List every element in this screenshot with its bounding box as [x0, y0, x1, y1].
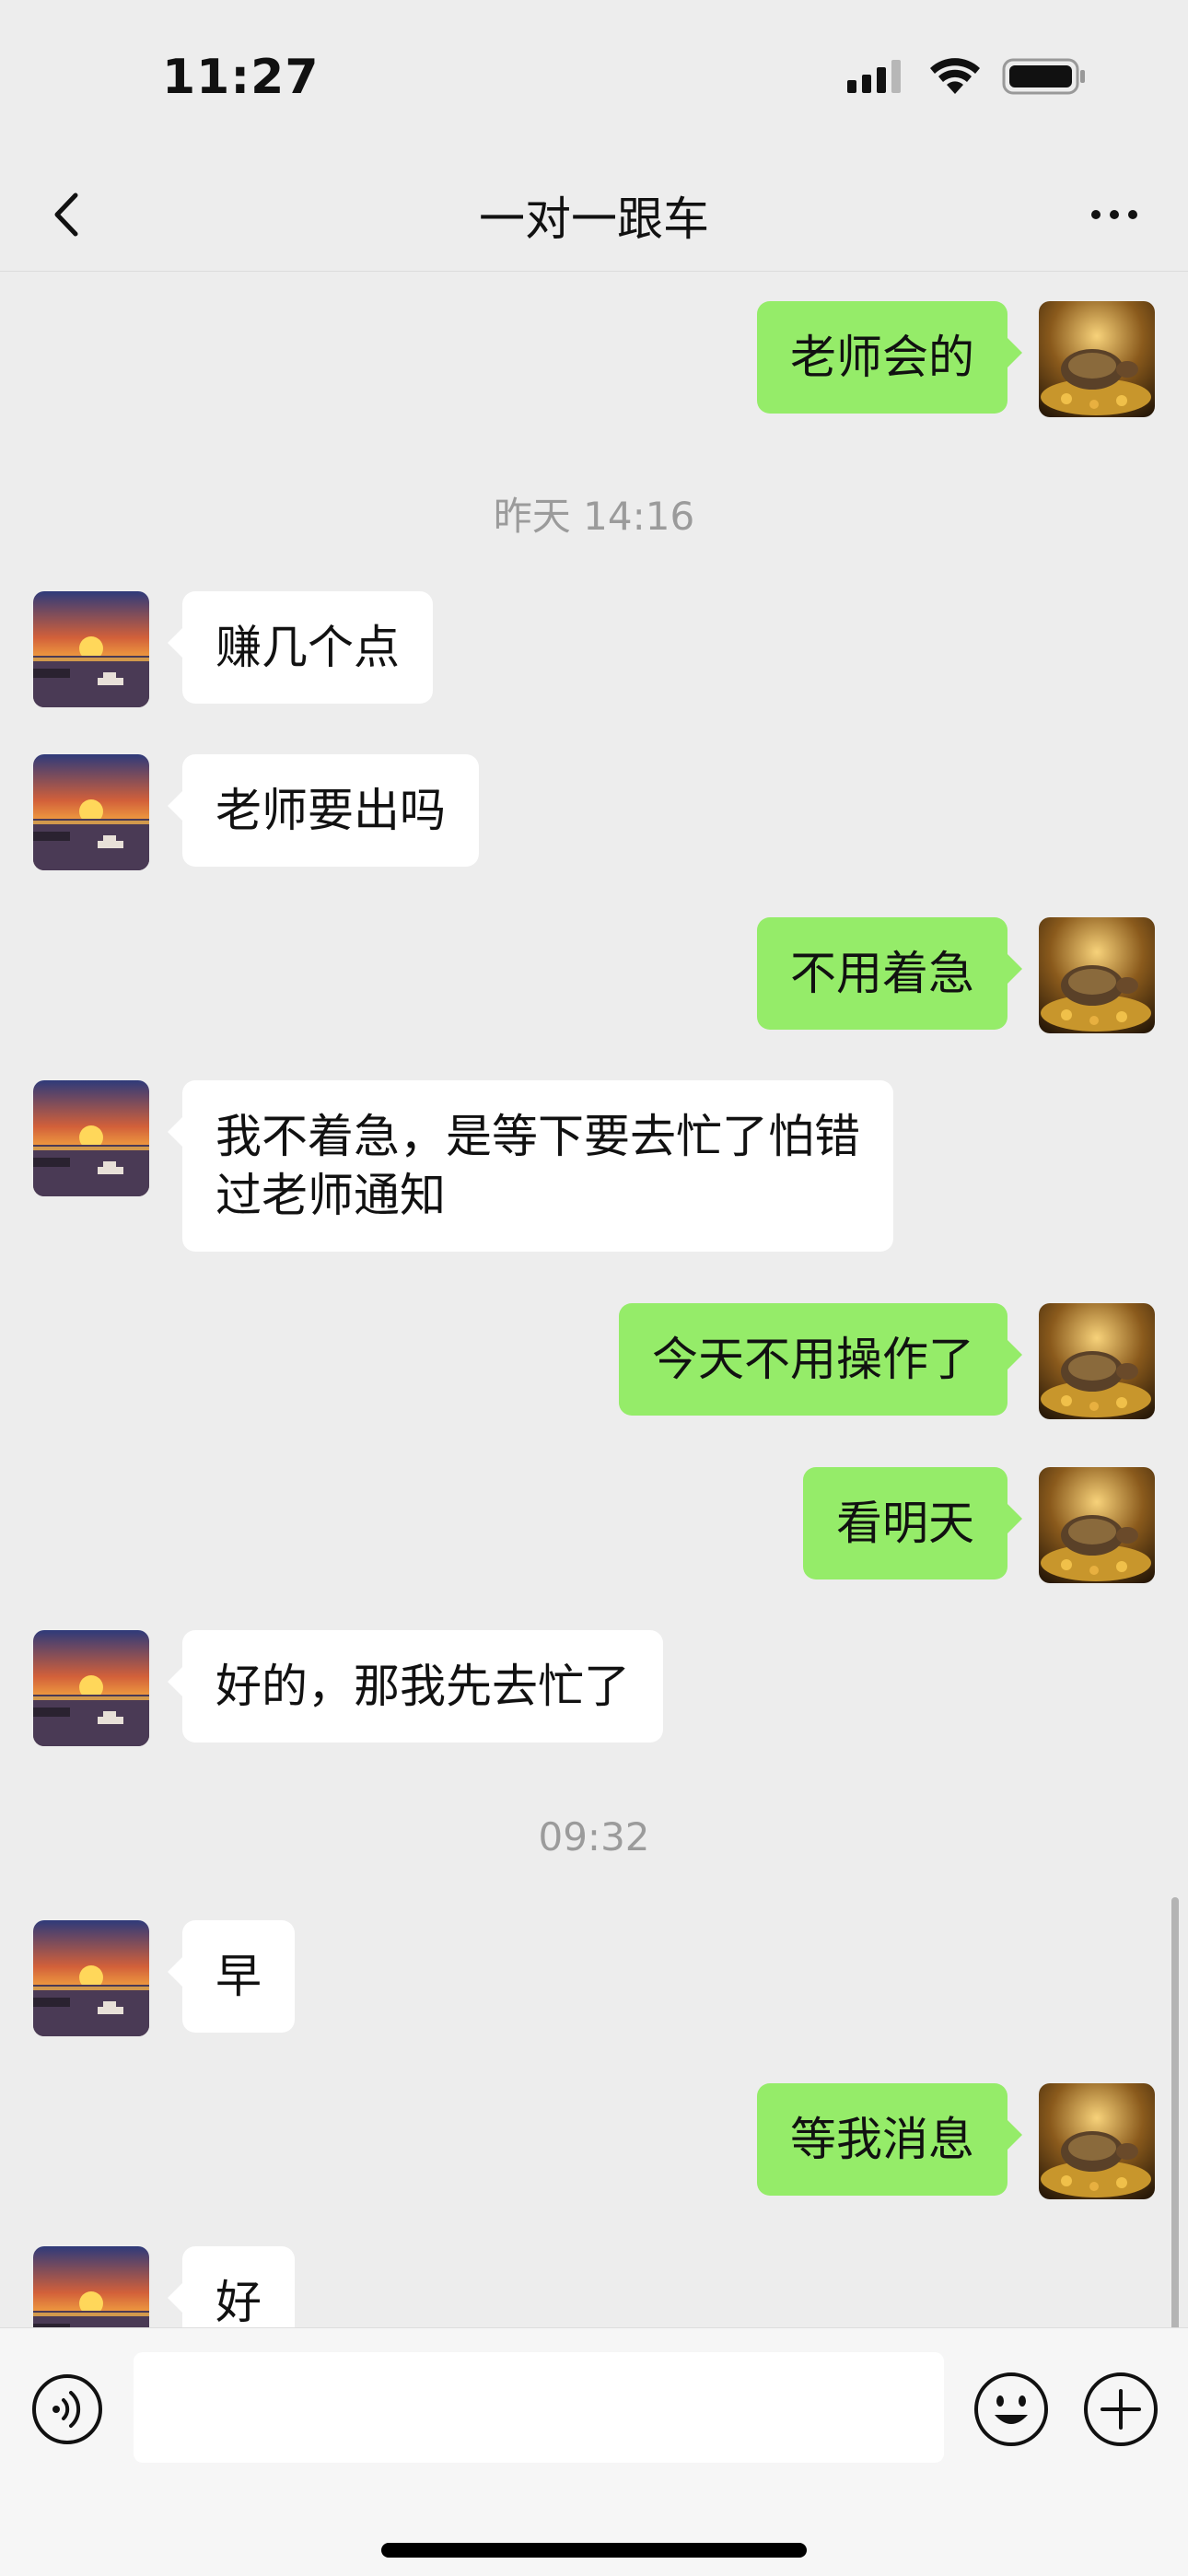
avatar-contact[interactable]: [33, 754, 149, 870]
message-bubble-received[interactable]: 好的，那我先去忙了: [168, 1630, 663, 1743]
message-input[interactable]: [134, 2352, 944, 2463]
message-bubble-sent[interactable]: 今天不用操作了: [619, 1303, 1022, 1416]
avatar-self[interactable]: [1039, 2083, 1155, 2199]
battery-icon: [1002, 58, 1085, 95]
message-bubble-sent[interactable]: 看明天: [803, 1467, 1022, 1579]
nav-bar: 一对一跟车: [0, 157, 1188, 272]
avatar-contact[interactable]: [33, 2246, 149, 2327]
message-bubble-received[interactable]: 老师要出吗: [168, 754, 479, 867]
message-bubble-received[interactable]: 赚几个点: [168, 591, 433, 704]
avatar-self[interactable]: [1039, 1467, 1155, 1583]
message-bubble-sent[interactable]: 不用着急: [757, 917, 1022, 1030]
avatar-contact[interactable]: [33, 591, 149, 707]
avatar-self[interactable]: [1039, 1303, 1155, 1419]
voice-icon[interactable]: [30, 2372, 104, 2446]
message-bubble-sent[interactable]: 老师会的: [757, 301, 1022, 414]
status-icons: [847, 57, 1087, 96]
more-icon[interactable]: [1077, 182, 1151, 247]
wifi-icon: [930, 58, 980, 94]
signal-icon: [847, 60, 901, 93]
message-bubble-received[interactable]: 早: [168, 1920, 295, 2033]
emoji-icon[interactable]: [973, 2371, 1050, 2448]
status-time: 11:27: [162, 50, 320, 105]
avatar-self[interactable]: [1039, 917, 1155, 1033]
message-bubble-received[interactable]: 好: [168, 2246, 295, 2327]
timestamp: 09:32: [538, 1814, 650, 1859]
avatar-contact[interactable]: [33, 1630, 149, 1746]
chat-title: 一对一跟车: [479, 192, 709, 246]
avatar-self[interactable]: [1039, 301, 1155, 417]
timestamp: 昨天 14:16: [493, 494, 695, 539]
message-bubble-sent[interactable]: 等我消息: [757, 2083, 1022, 2196]
plus-icon[interactable]: [1082, 2371, 1159, 2448]
message-bubble-received[interactable]: 我不着急，是等下要去忙了怕错 过老师通知: [168, 1080, 893, 1252]
home-indicator[interactable]: [381, 2543, 807, 2558]
message-list[interactable]: 老师会的 昨天 14:16 赚几个点 老师要出吗 不用着急 我不着急，是等下要去…: [0, 272, 1188, 2327]
scrollbar[interactable]: [1171, 1897, 1179, 2327]
input-bar: [0, 2327, 1188, 2576]
avatar-contact[interactable]: [33, 1920, 149, 2036]
status-bar: 11:27: [0, 0, 1188, 157]
avatar-contact[interactable]: [33, 1080, 149, 1196]
